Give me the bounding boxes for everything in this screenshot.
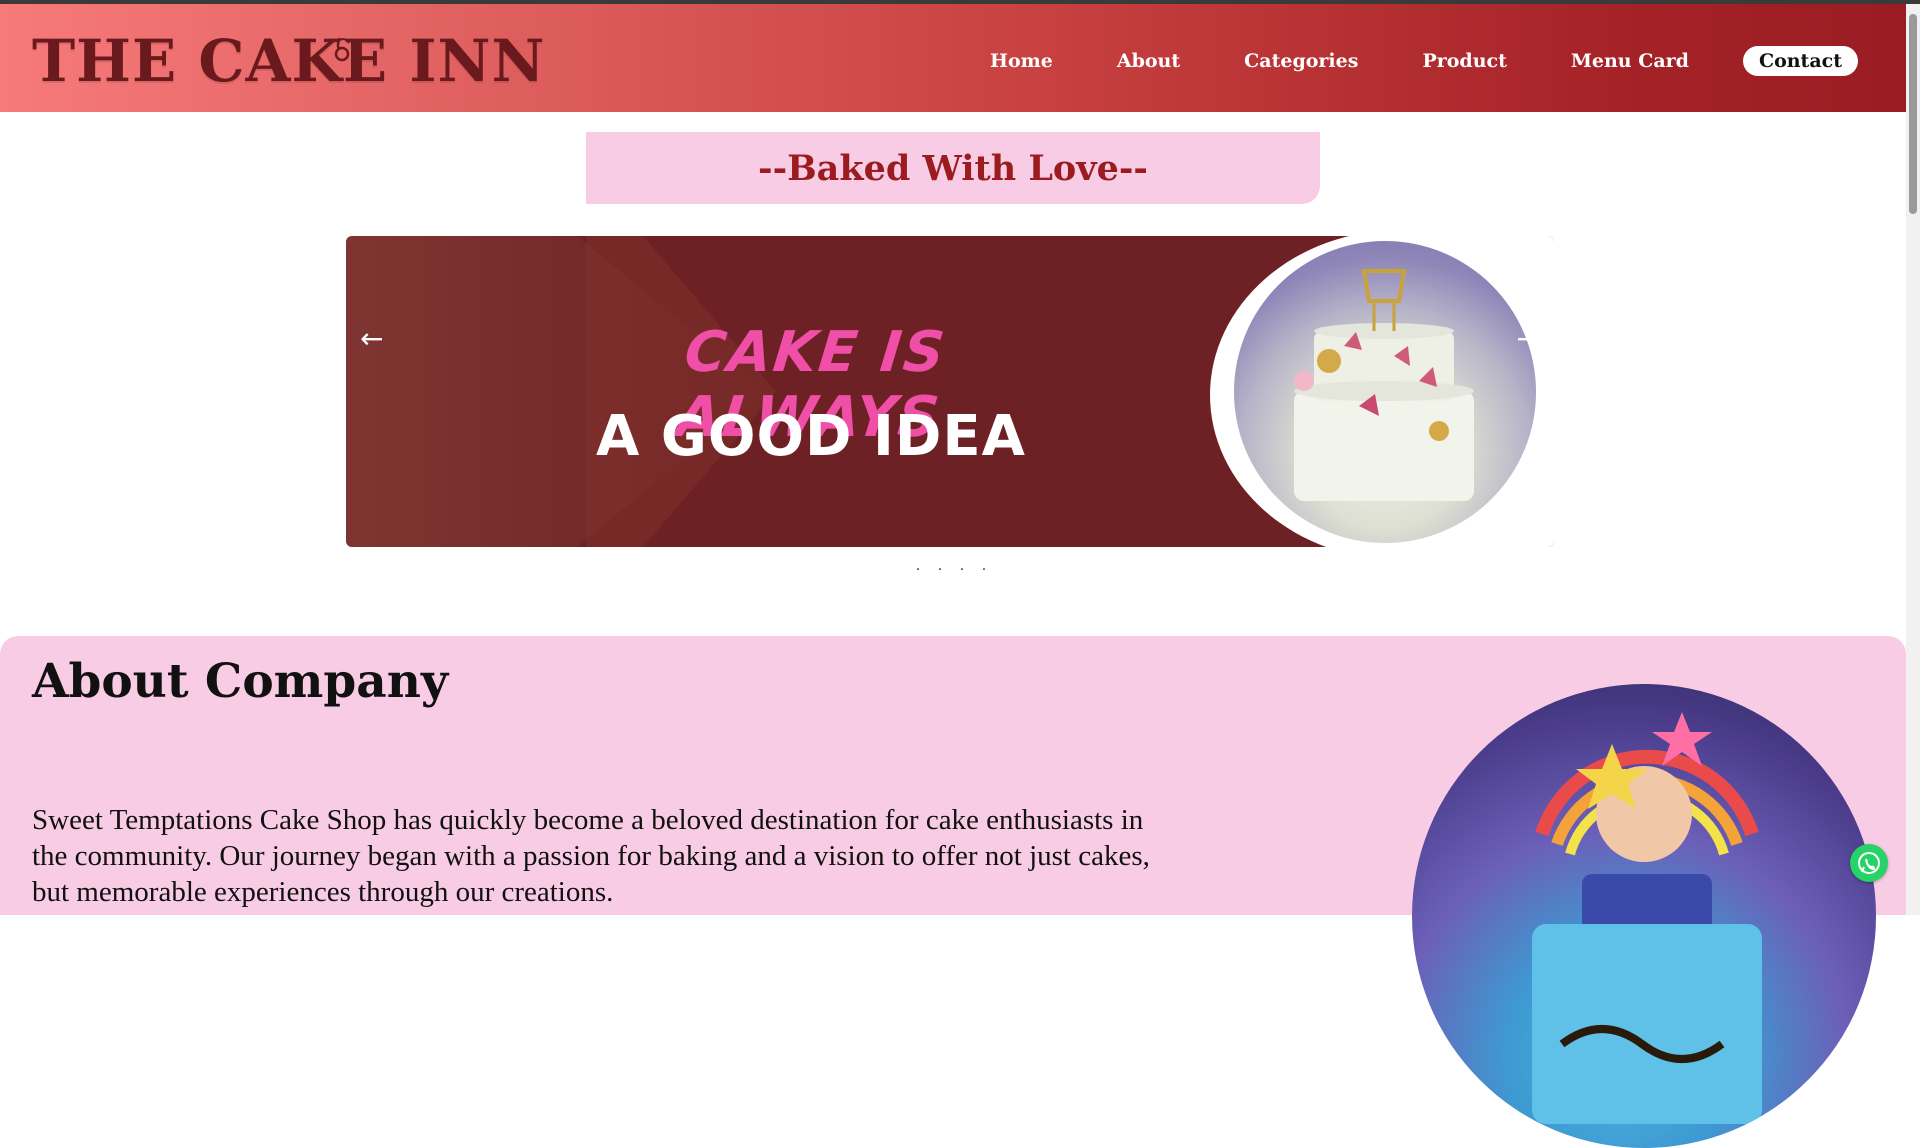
about-section: About Company Sweet Temptations Cake Sho…: [0, 636, 1906, 1148]
about-description: Sweet Temptations Cake Shop has quickly …: [32, 804, 1150, 908]
nav-about[interactable]: About: [1117, 50, 1180, 72]
cake-illustration: [1532, 712, 1762, 1124]
site-logo[interactable]: THE CAKE INN: [32, 26, 546, 96]
cherry-icon: [334, 37, 350, 62]
main-nav: Home About Categories Product Menu Card …: [990, 46, 1858, 76]
cake-photo: [1234, 241, 1536, 543]
cake-illustration: [1294, 269, 1474, 501]
nav-menu-card[interactable]: Menu Card: [1571, 50, 1689, 72]
nav-contact-button[interactable]: Contact: [1742, 46, 1858, 76]
slide-subheadline: A GOOD IDEA: [596, 404, 1026, 469]
slider-dot[interactable]: .: [914, 559, 922, 573]
page-scrollbar[interactable]: [1906, 4, 1920, 915]
slider-next-button[interactable]: →: [1517, 322, 1540, 355]
slider-prev-button[interactable]: ←: [360, 322, 383, 355]
slider-dot[interactable]: .: [958, 559, 966, 573]
nav-categories[interactable]: Categories: [1244, 50, 1358, 72]
logo-text: THE CAKE INN: [32, 27, 546, 95]
whatsapp-icon[interactable]: [1850, 844, 1888, 882]
nav-product[interactable]: Product: [1422, 50, 1506, 72]
tagline-banner: --Baked With Love--: [586, 132, 1320, 204]
slider-dot[interactable]: .: [980, 559, 988, 573]
slider-dot[interactable]: .: [936, 559, 944, 573]
whatsapp-glyph-icon: [1858, 852, 1880, 874]
site-header: THE CAKE INN Home About Categories Produ…: [0, 4, 1906, 112]
about-cake-photo: [1412, 684, 1876, 1148]
slider-dots: . . . .: [914, 559, 988, 573]
hero-slider: CAKE IS ALWAYS A GOOD IDEA ← →: [346, 236, 1554, 547]
nav-home[interactable]: Home: [990, 50, 1053, 72]
scrollbar-thumb[interactable]: [1909, 14, 1917, 214]
about-title: About Company: [32, 654, 449, 709]
